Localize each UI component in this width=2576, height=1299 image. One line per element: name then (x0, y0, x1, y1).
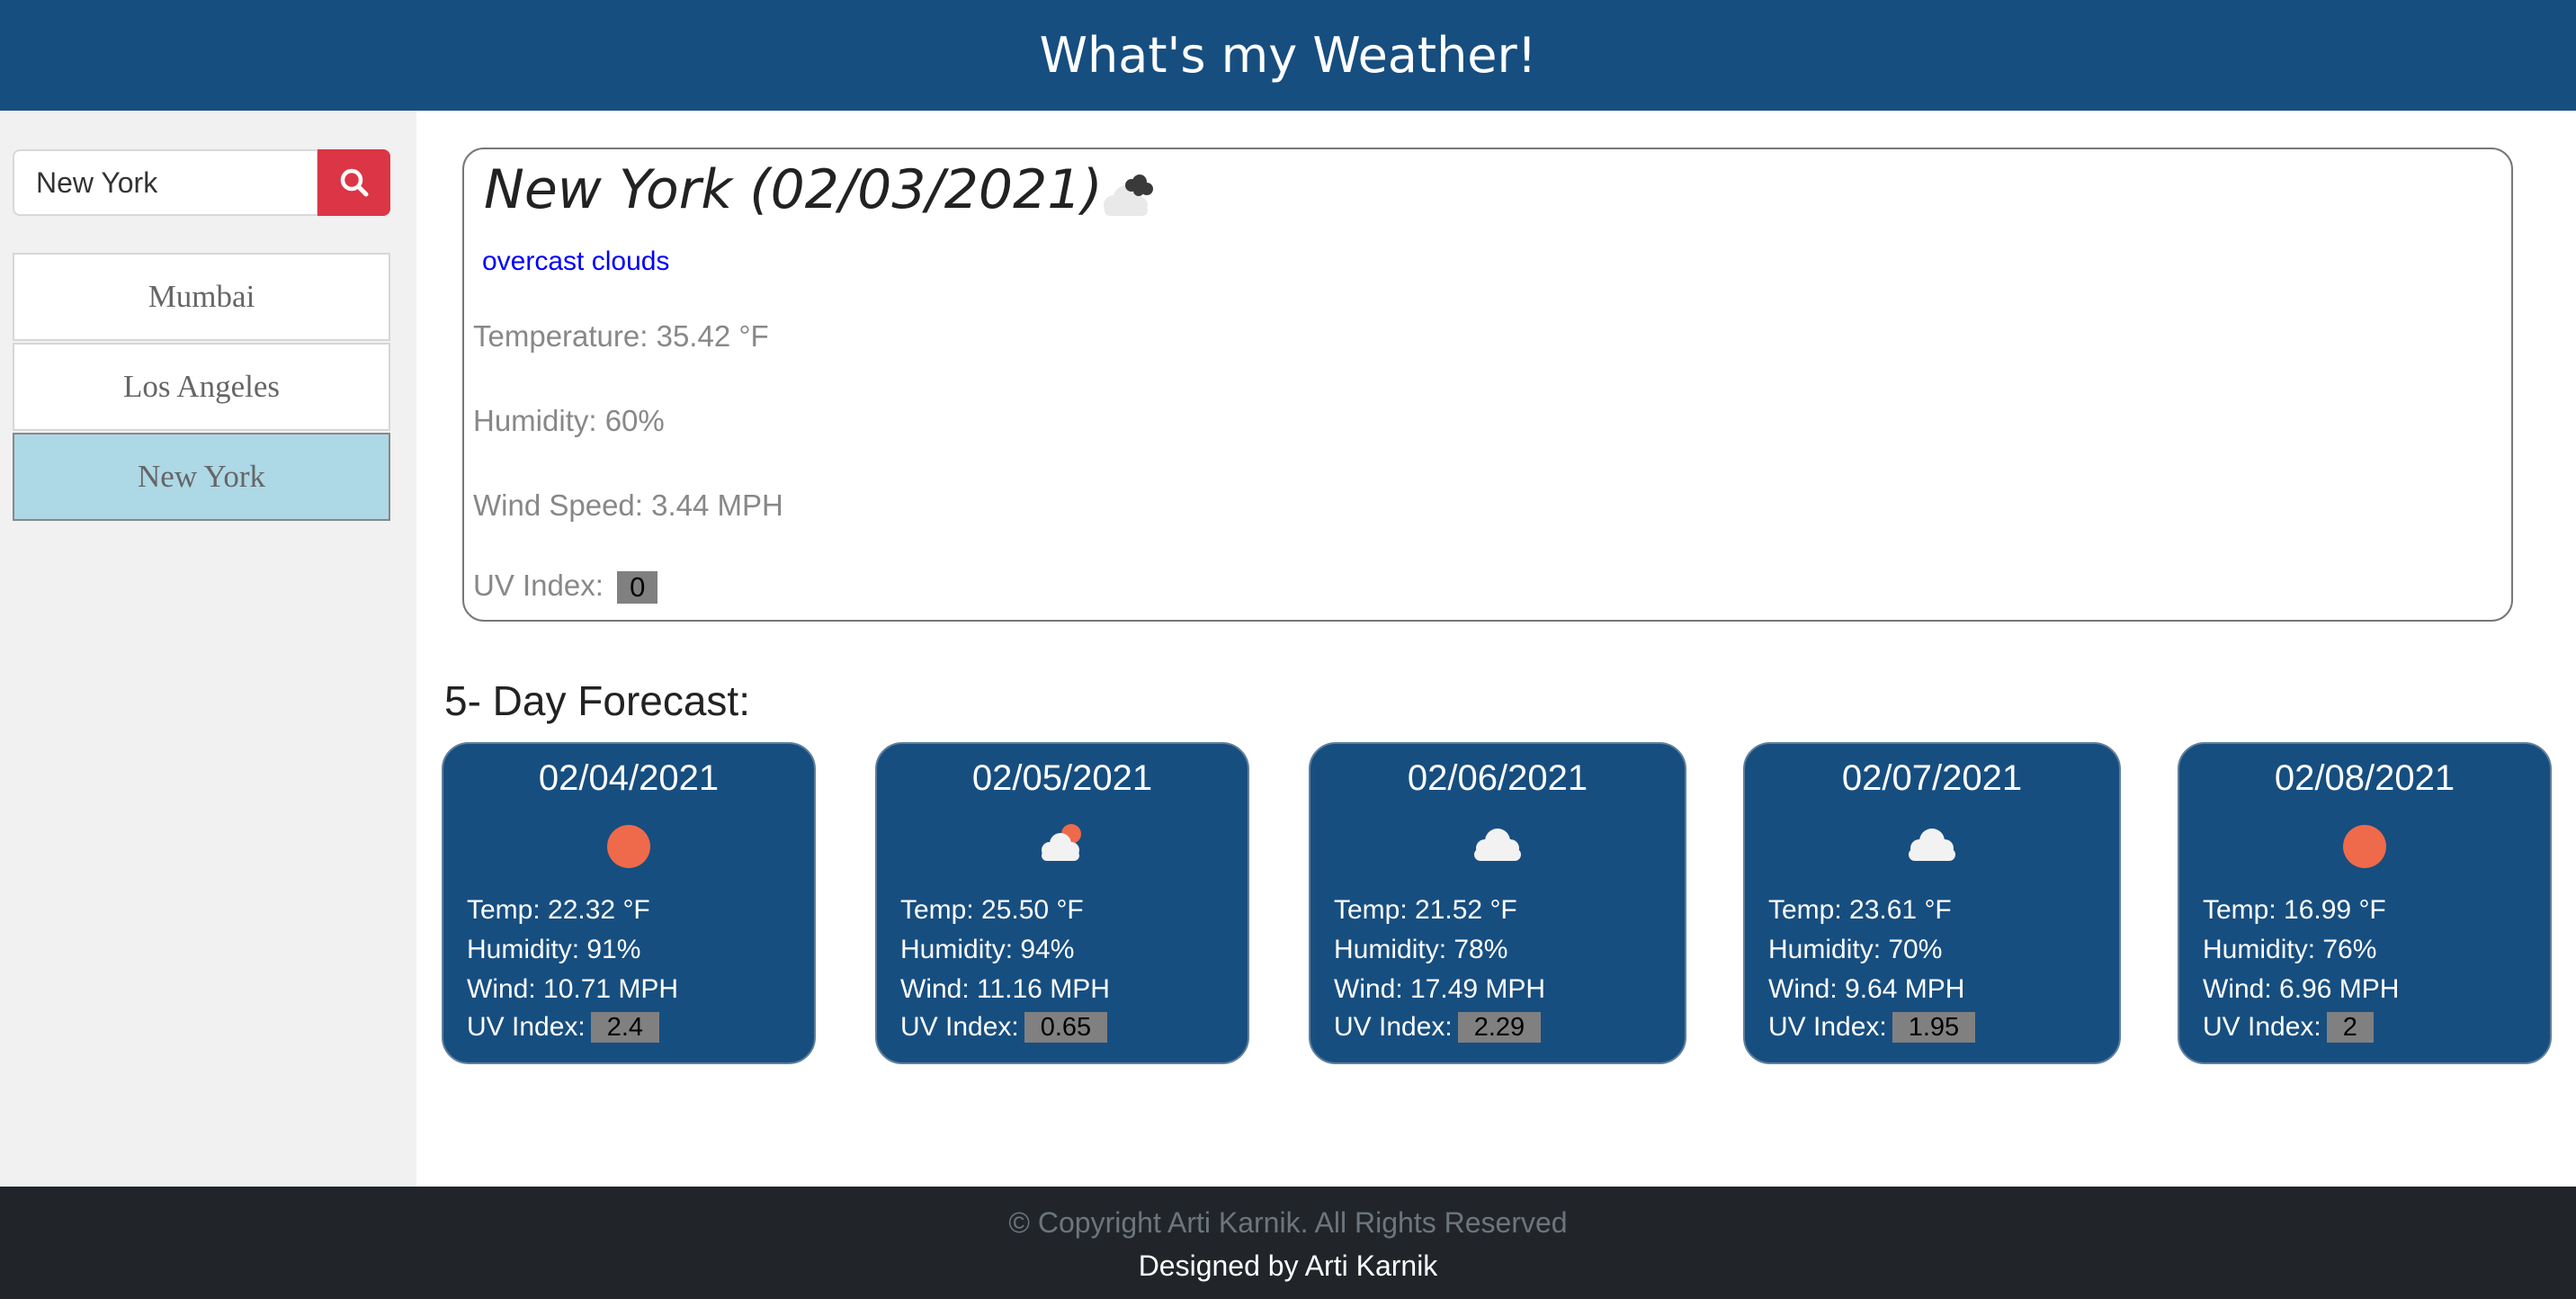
current-temperature: Temperature: 35.42 °F (473, 319, 769, 353)
copyright-text: © Copyright Arti Karnik. All Rights Rese… (1008, 1206, 1568, 1239)
search-history-list: Mumbai Los Angeles New York (13, 253, 390, 523)
forecast-heading: 5- Day Forecast: (444, 677, 750, 724)
overcast-clouds-icon (1104, 175, 1153, 216)
forecast-humidity: Humidity: 94% (900, 935, 1075, 964)
forecast-uv-badge: 1.95 (1892, 1012, 1976, 1043)
weather-description: overcast clouds (482, 246, 670, 276)
forecast-humidity: Humidity: 91% (467, 935, 641, 964)
forecast-uv: UV Index: 2 (2203, 1012, 2374, 1043)
forecast-humidity: Humidity: 76% (2203, 935, 2377, 964)
search-button[interactable] (318, 149, 390, 216)
forecast-humidity: Humidity: 78% (1334, 935, 1508, 964)
forecast-uv-badge: 2.4 (590, 1012, 660, 1043)
forecast-date: 02/08/2021 (2274, 758, 2455, 798)
forecast-card: 02/05/2021 Temp: 25.50 °F Humidity: 94% … (875, 742, 1249, 1064)
forecast-wind: Wind: 10.71 MPH (467, 974, 679, 1004)
forecast-uv: UV Index: 0.65 (900, 1012, 1108, 1043)
designed-by-text: Designed by Arti Karnik (1138, 1250, 1438, 1282)
forecast-uv-label: UV Index: (900, 1012, 1019, 1042)
page-title: What's my Weather! (1039, 27, 1537, 84)
sidebar: Mumbai Los Angeles New York (0, 111, 416, 1187)
forecast-uv-label: UV Index: (467, 1012, 586, 1042)
forecast-uv: UV Index: 2.4 (467, 1012, 660, 1043)
page-footer: © Copyright Arti Karnik. All Rights Rese… (0, 1187, 2576, 1299)
search-icon (340, 168, 368, 197)
forecast-uv: UV Index: 2.29 (1334, 1012, 1542, 1043)
forecast-uv: UV Index: 1.95 (1768, 1012, 1976, 1043)
forecast-temp: Temp: 22.32 °F (467, 895, 650, 925)
forecast-card: 02/06/2021 Temp: 21.52 °F Humidity: 78% … (1309, 742, 1686, 1064)
forecast-date: 02/06/2021 (1407, 758, 1588, 798)
forecast-date: 02/04/2021 (538, 758, 720, 798)
forecast-date: 02/05/2021 (971, 758, 1153, 798)
forecast-uv-badge: 0.65 (1024, 1012, 1108, 1043)
forecast-uv-label: UV Index: (1334, 1012, 1453, 1042)
city-item-los-angeles[interactable]: Los Angeles (13, 343, 390, 431)
forecast-uv-label: UV Index: (2203, 1012, 2321, 1042)
current-city-title: New York (02/03/2021) (484, 158, 1103, 221)
partly-cloudy-icon (1042, 824, 1081, 861)
forecast-temp: Temp: 23.61 °F (1768, 895, 1952, 925)
current-weather-card: New York (02/03/2021) overcast clouds Te… (462, 148, 2513, 622)
current-uv-index: UV Index: 0 (473, 569, 658, 605)
forecast-uv-badge: 2 (2326, 1012, 2374, 1043)
cloud-icon (1474, 829, 1521, 861)
forecast-temp: Temp: 25.50 °F (900, 895, 1084, 925)
forecast-wind: Wind: 17.49 MPH (1334, 974, 1546, 1004)
forecast-date: 02/07/2021 (1841, 758, 2023, 798)
sun-icon (607, 825, 650, 868)
city-item-new-york[interactable]: New York (13, 433, 390, 521)
forecast-row: 02/04/2021 Temp: 22.32 °F Humidity: 91% … (442, 742, 2552, 1064)
forecast-temp: Temp: 21.52 °F (1334, 895, 1517, 925)
cloud-icon (1909, 829, 1955, 861)
sun-icon (2343, 825, 2386, 868)
forecast-humidity: Humidity: 70% (1768, 935, 1943, 964)
search-input[interactable] (13, 149, 318, 216)
forecast-card: 02/04/2021 Temp: 22.32 °F Humidity: 91% … (442, 742, 816, 1064)
forecast-wind: Wind: 9.64 MPH (1768, 974, 1965, 1004)
uv-label: UV Index: (473, 569, 604, 602)
city-item-mumbai[interactable]: Mumbai (13, 253, 390, 341)
forecast-temp: Temp: 16.99 °F (2203, 895, 2386, 925)
forecast-uv-label: UV Index: (1768, 1012, 1887, 1042)
uv-badge: 0 (617, 571, 658, 605)
forecast-card: 02/07/2021 Temp: 23.61 °F Humidity: 70% … (1743, 742, 2121, 1064)
app-header: What's my Weather! (0, 0, 2576, 111)
forecast-card: 02/08/2021 Temp: 16.99 °F Humidity: 76% … (2178, 742, 2552, 1064)
current-humidity: Humidity: 60% (473, 404, 665, 437)
forecast-wind: Wind: 6.96 MPH (2203, 974, 2400, 1004)
forecast-uv-badge: 2.29 (1457, 1012, 1542, 1043)
current-wind-speed: Wind Speed: 3.44 MPH (473, 488, 783, 522)
forecast-wind: Wind: 11.16 MPH (900, 974, 1110, 1004)
